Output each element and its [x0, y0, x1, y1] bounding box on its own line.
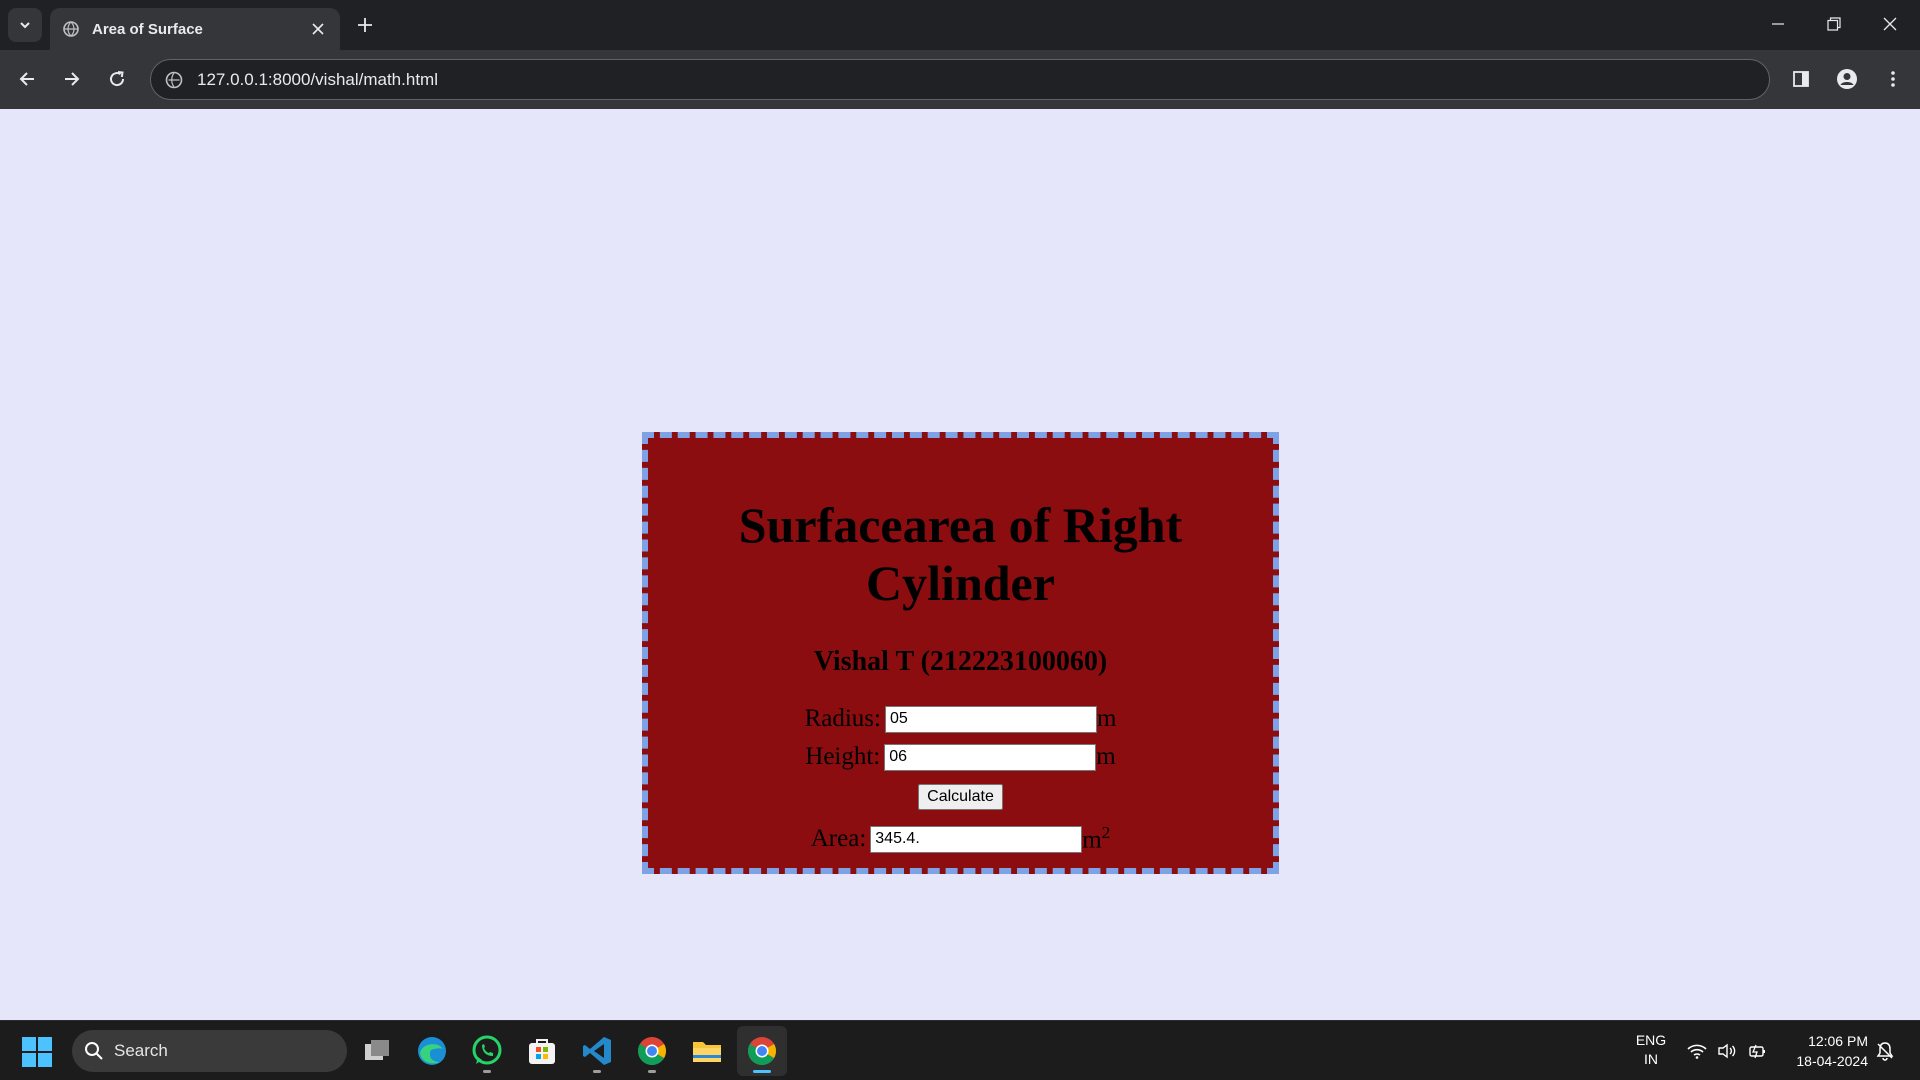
forward-button[interactable]	[55, 62, 89, 96]
edge-icon	[418, 1037, 446, 1065]
height-label: Height:	[805, 743, 881, 770]
page-content: Surfacearea of Right Cylinder Vishal T (…	[0, 109, 1920, 1020]
radius-unit: m	[1096, 705, 1117, 732]
address-bar[interactable]: 127.0.0.1:8000/vishal/math.html	[150, 59, 1770, 100]
url-text: 127.0.0.1:8000/vishal/math.html	[197, 69, 438, 89]
profile-button[interactable]	[1830, 62, 1864, 96]
calculate-row: Calculate	[648, 778, 1273, 816]
volume-icon[interactable]	[1716, 1040, 1738, 1062]
calculator-card: Surfacearea of Right Cylinder Vishal T (…	[642, 432, 1279, 874]
chrome-app[interactable]	[627, 1026, 677, 1076]
vscode-app[interactable]	[572, 1026, 622, 1076]
radius-label: Radius:	[804, 705, 881, 732]
start-button[interactable]	[22, 1037, 52, 1067]
area-unit: m2	[1082, 823, 1110, 854]
close-window-button[interactable]	[1862, 0, 1918, 48]
file-explorer-app[interactable]	[682, 1026, 732, 1076]
tab-title: Area of Surface	[92, 20, 203, 38]
search-placeholder: Search	[114, 1041, 168, 1060]
calculate-button[interactable]: Calculate	[918, 784, 1003, 810]
reload-icon	[110, 71, 125, 87]
globe-icon	[62, 20, 80, 38]
folder-icon	[693, 1042, 721, 1062]
clock-date: 18-04-2024	[1796, 1053, 1868, 1069]
edge-app[interactable]	[407, 1026, 457, 1076]
chrome-icon	[638, 1037, 666, 1065]
whatsapp-app[interactable]	[462, 1026, 512, 1076]
notifications-icon[interactable]	[1874, 1040, 1896, 1062]
area-unit-base: m	[1082, 826, 1102, 854]
arrow-left-icon	[19, 72, 34, 86]
running-indicator	[648, 1070, 656, 1073]
battery-icon[interactable]	[1746, 1040, 1768, 1062]
language-code: ENG	[1635, 1032, 1667, 1048]
minimize-button[interactable]	[1750, 0, 1806, 48]
running-indicator	[593, 1070, 601, 1073]
height-row: Height: m	[648, 738, 1273, 776]
profile-icon	[1837, 69, 1857, 89]
height-input[interactable]	[884, 743, 1097, 771]
windows-taskbar: Search ENG IN 12:06 PM 18-04-2024	[0, 1020, 1920, 1080]
radius-row: Radius: m	[648, 700, 1273, 738]
site-info-icon[interactable]	[163, 69, 185, 91]
language-indicator[interactable]: ENG IN	[1630, 1031, 1672, 1069]
active-indicator	[753, 1070, 771, 1073]
author-subtitle: Vishal T (212223100060)	[813, 646, 1108, 677]
page-title: Surfacearea of Right Cylinder	[738, 497, 1183, 611]
chrome-active-app[interactable]	[737, 1026, 787, 1076]
new-tab-button[interactable]	[352, 12, 378, 38]
search-icon	[85, 1042, 103, 1060]
height-unit: m	[1096, 743, 1116, 770]
wifi-icon[interactable]	[1686, 1040, 1708, 1062]
region-code: IN	[1644, 1051, 1658, 1067]
area-label: Area:	[810, 825, 867, 852]
tab-search-button[interactable]	[8, 8, 42, 42]
store-app[interactable]	[517, 1026, 567, 1076]
minimize-icon	[1772, 23, 1784, 25]
arrow-right-icon	[65, 72, 80, 86]
browser-titlebar: Area of Surface	[0, 0, 1920, 50]
reload-button[interactable]	[100, 62, 134, 96]
area-output[interactable]	[870, 825, 1083, 853]
vscode-icon	[583, 1037, 611, 1065]
browser-toolbar: 127.0.0.1:8000/vishal/math.html	[0, 50, 1920, 109]
radius-input[interactable]	[884, 705, 1097, 733]
area-row: Area: m2	[648, 820, 1273, 858]
microsoft-store-icon	[529, 1039, 555, 1064]
side-panel-button[interactable]	[1784, 62, 1818, 96]
menu-button[interactable]	[1876, 62, 1910, 96]
chrome-icon	[748, 1037, 776, 1065]
whatsapp-icon	[472, 1035, 502, 1065]
task-view-icon	[365, 1040, 389, 1060]
browser-tab[interactable]: Area of Surface	[50, 8, 340, 50]
plus-icon	[358, 18, 372, 32]
more-vertical-icon	[1891, 71, 1895, 87]
clock-time: 12:06 PM	[1808, 1033, 1868, 1049]
area-unit-exponent: 2	[1101, 823, 1111, 843]
chevron-down-icon	[20, 22, 30, 29]
side-panel-icon	[1793, 71, 1809, 87]
taskbar-search[interactable]: Search	[72, 1030, 347, 1072]
running-indicator	[483, 1070, 491, 1073]
restore-button[interactable]	[1806, 0, 1862, 48]
close-icon	[1883, 17, 1897, 31]
task-view-button[interactable]	[352, 1026, 402, 1076]
back-button[interactable]	[10, 62, 44, 96]
close-tab-icon[interactable]	[308, 19, 328, 39]
system-clock[interactable]: 12:06 PM 18-04-2024	[1776, 1031, 1868, 1071]
restore-icon	[1827, 17, 1841, 31]
windows-logo-icon	[22, 1037, 52, 1067]
